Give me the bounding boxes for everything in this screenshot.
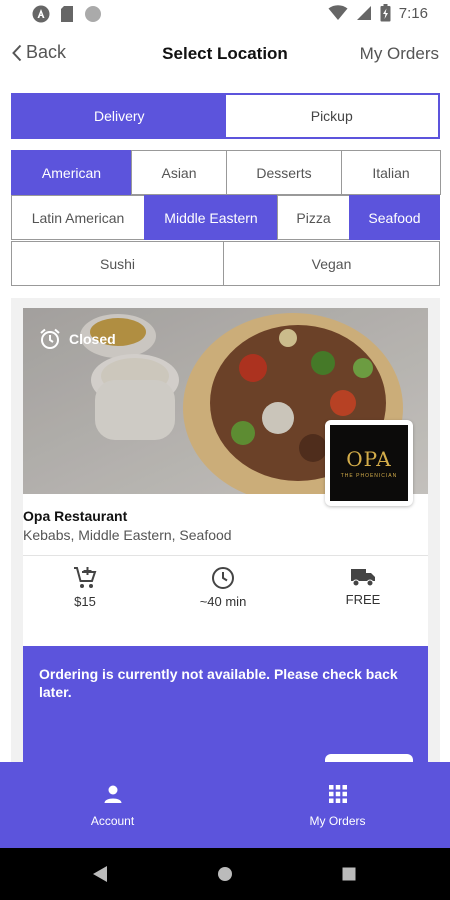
category-desserts[interactable]: Desserts [226, 150, 342, 195]
nav-account-label: Account [90, 814, 135, 828]
pickup-tab[interactable]: Pickup [225, 95, 438, 137]
cart-add-icon [74, 567, 97, 588]
system-nav-bar [0, 848, 450, 900]
ordering-unavailable-notice: Ordering is currently not available. Ple… [23, 646, 428, 768]
delivery-time-value: ~40 min [199, 594, 247, 609]
delivery-pickup-toggle: Delivery Pickup [11, 93, 440, 139]
logo-text: OPA [346, 447, 392, 471]
closed-status-text: Closed [69, 331, 116, 347]
back-triangle-icon[interactable] [91, 864, 109, 884]
category-american[interactable]: American [11, 150, 132, 195]
sd-card-icon [61, 6, 73, 22]
wifi-icon [328, 5, 348, 20]
category-vegan[interactable]: Vegan [223, 241, 440, 286]
category-row-3: Sushi Vegan [11, 241, 440, 286]
clock-icon [212, 567, 234, 589]
nav-my-orders[interactable]: My Orders [225, 762, 450, 848]
restaurant-stats: $15 ~40 min FREE [23, 566, 428, 626]
notice-text: Ordering is currently not available. Ple… [39, 666, 398, 700]
delivery-fee-stat: FREE [313, 566, 413, 607]
alarm-clock-icon [40, 328, 60, 349]
app-header: Back Select Location My Orders [0, 30, 450, 80]
delivery-fee-value: FREE [345, 592, 381, 607]
circle-icon [85, 6, 101, 22]
min-order-value: $15 [74, 594, 96, 609]
card-divider [23, 555, 428, 556]
restaurant-card[interactable]: Closed OPA THE PHOENICIAN Opa Restaurant… [23, 308, 428, 768]
my-orders-link[interactable]: My Orders [360, 44, 439, 64]
restaurant-name: Opa Restaurant [23, 508, 128, 524]
grid-icon [328, 785, 347, 803]
battery-icon [380, 4, 391, 22]
delivery-tab[interactable]: Delivery [13, 95, 226, 137]
signal-icon [356, 6, 371, 20]
category-row-2: Latin American Middle Eastern Pizza Seaf… [11, 195, 440, 240]
nav-my-orders-label: My Orders [309, 814, 366, 828]
bottom-nav: Account My Orders [0, 762, 450, 848]
restaurant-list: Closed OPA THE PHOENICIAN Opa Restaurant… [11, 298, 440, 768]
status-left-icons [32, 5, 102, 23]
status-right-icons: 7:16 [328, 4, 428, 22]
status-time: 7:16 [398, 4, 428, 22]
closed-badge: Closed [39, 328, 116, 350]
category-italian[interactable]: Italian [341, 150, 441, 195]
person-icon [104, 785, 121, 803]
category-row-1: American Asian Desserts Italian [11, 150, 441, 195]
nav-account[interactable]: Account [0, 762, 225, 848]
restaurant-cuisine: Kebabs, Middle Eastern, Seafood [23, 527, 232, 543]
min-order-stat: $15 [35, 566, 135, 609]
truck-icon [351, 569, 375, 587]
recents-square-icon[interactable] [340, 864, 358, 884]
category-middle-eastern[interactable]: Middle Eastern [144, 195, 278, 240]
category-seafood[interactable]: Seafood [349, 195, 440, 240]
logo-subtext: THE PHOENICIAN [340, 473, 398, 479]
category-latin-american[interactable]: Latin American [11, 195, 145, 240]
a-circle-icon [32, 5, 50, 23]
restaurant-logo: OPA THE PHOENICIAN [325, 420, 413, 506]
delivery-time-stat: ~40 min [173, 566, 273, 609]
category-sushi[interactable]: Sushi [11, 241, 224, 286]
status-bar: 7:16 [0, 0, 450, 30]
category-pizza[interactable]: Pizza [277, 195, 350, 240]
category-asian[interactable]: Asian [131, 150, 227, 195]
home-circle-icon[interactable] [216, 864, 234, 884]
